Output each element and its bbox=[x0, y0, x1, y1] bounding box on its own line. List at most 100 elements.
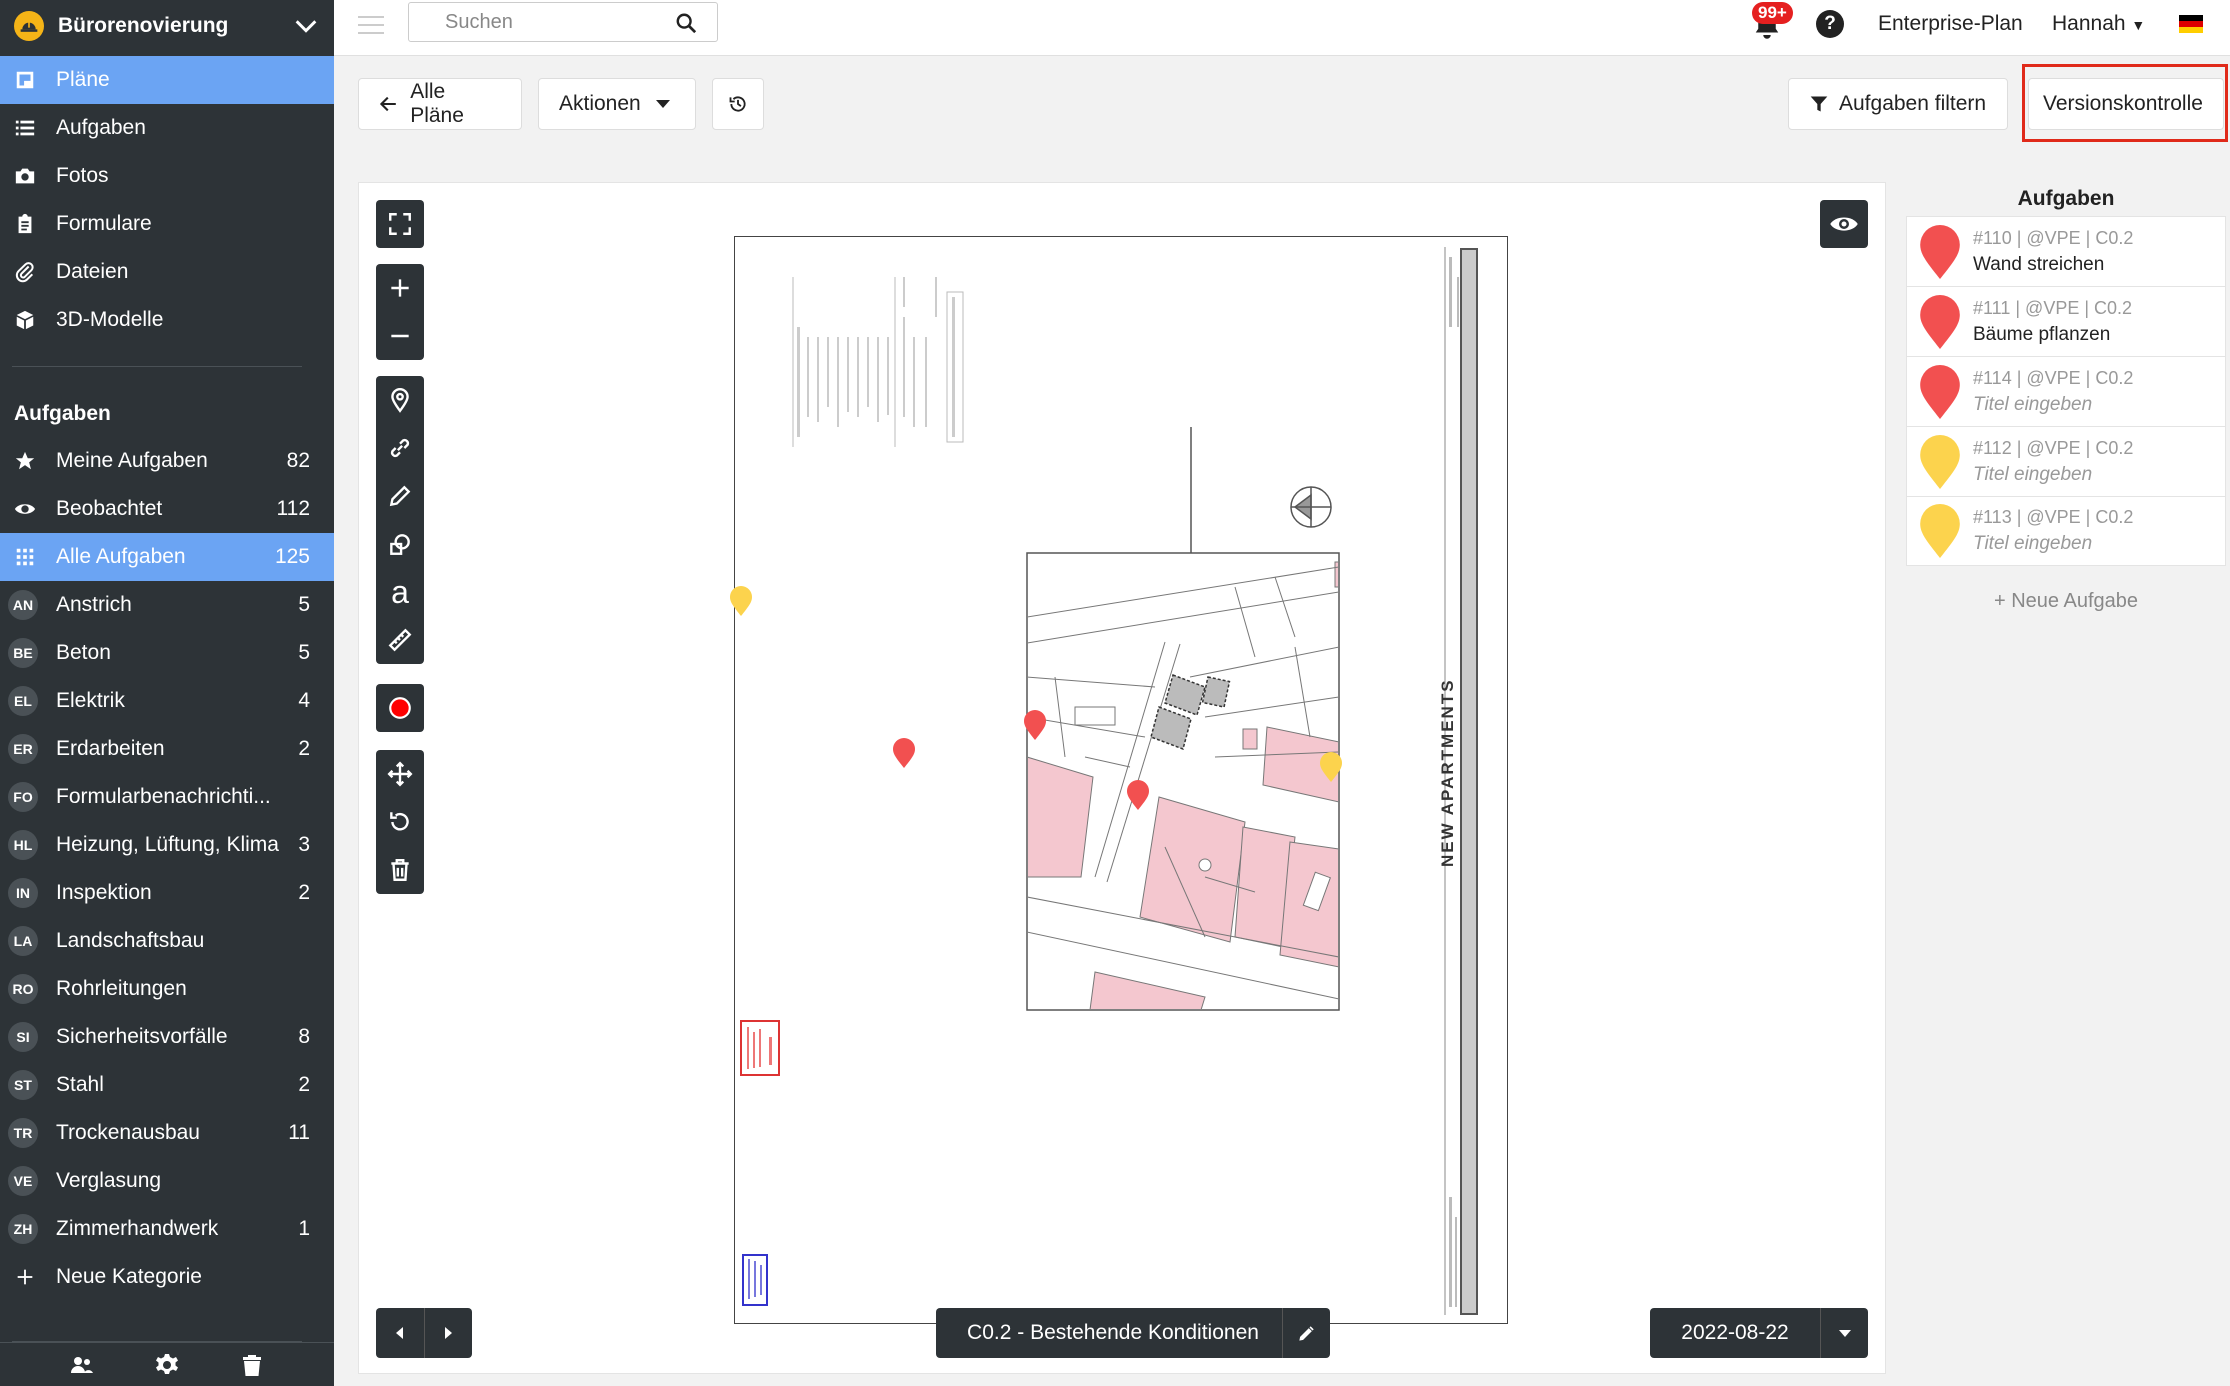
users-icon[interactable] bbox=[70, 1353, 94, 1377]
category-item[interactable]: VE Verglasung bbox=[0, 1157, 334, 1205]
fullscreen-button[interactable] bbox=[376, 200, 424, 248]
filter-all-tasks[interactable]: Alle Aufgaben 125 bbox=[0, 533, 334, 581]
task-count: 1 bbox=[298, 1217, 310, 1240]
caret-down-icon bbox=[1838, 1330, 1851, 1337]
category-label: Rohrleitungen bbox=[56, 977, 187, 1000]
category-item[interactable]: SI Sicherheitsvorfälle 8 bbox=[0, 1013, 334, 1061]
zoom-toolbar bbox=[376, 264, 424, 360]
category-item[interactable]: RO Rohrleitungen bbox=[0, 965, 334, 1013]
task-title: Bäume pflanzen bbox=[1973, 323, 2111, 345]
category-item[interactable]: AN Anstrich 5 bbox=[0, 581, 334, 629]
text-icon: a bbox=[391, 574, 409, 610]
project-switcher[interactable]: Bürorenovierung bbox=[0, 0, 334, 52]
task-item[interactable]: #113 | @VPE | C0.2 Titel eingeben bbox=[1906, 496, 2226, 566]
eye-icon bbox=[1830, 217, 1858, 231]
delete-button[interactable] bbox=[376, 846, 424, 894]
history-icon bbox=[729, 96, 746, 112]
filter-tasks-button[interactable]: Aufgaben filtern bbox=[1788, 78, 2008, 130]
task-pin-red[interactable] bbox=[1127, 780, 1149, 810]
nav-item-tasks[interactable]: Aufgaben bbox=[0, 104, 334, 152]
german-flag-icon[interactable] bbox=[2179, 15, 2203, 33]
category-label: Stahl bbox=[56, 1073, 104, 1096]
task-pin-yellow[interactable] bbox=[730, 586, 752, 616]
task-title: Titel eingeben bbox=[1973, 463, 2093, 485]
pencil-icon bbox=[389, 485, 411, 507]
chevron-down-icon[interactable] bbox=[292, 12, 320, 40]
nav-item-plans[interactable]: Pläne bbox=[0, 56, 334, 104]
undo-button[interactable] bbox=[376, 798, 424, 846]
category-item[interactable]: BE Beton 5 bbox=[0, 629, 334, 677]
tasks-section-title: Aufgaben bbox=[14, 402, 111, 425]
notification-badge[interactable]: 99+ bbox=[1752, 2, 1793, 24]
color-picker-button[interactable] bbox=[376, 684, 424, 732]
task-count: 112 bbox=[276, 497, 310, 520]
all-plans-button[interactable]: Alle Pläne bbox=[358, 78, 522, 130]
category-label: Anstrich bbox=[56, 593, 132, 616]
gear-icon[interactable] bbox=[155, 1353, 179, 1377]
nav-item-forms[interactable]: Formulare bbox=[0, 200, 334, 248]
sheet-name-bar[interactable]: C0.2 - Bestehende Konditionen bbox=[936, 1308, 1330, 1358]
category-item[interactable]: IN Inspektion 2 bbox=[0, 869, 334, 917]
text-tool-button[interactable]: a bbox=[376, 568, 424, 616]
category-item[interactable]: ER Erdarbeiten 2 bbox=[0, 725, 334, 773]
plan-sheet[interactable]: NEW APARTMENTS bbox=[734, 236, 1508, 1324]
visibility-toggle-button[interactable] bbox=[1820, 200, 1868, 248]
category-item[interactable]: FO Formularbenachrichti... bbox=[0, 773, 334, 821]
version-date-select[interactable]: 2022-08-22 bbox=[1650, 1308, 1868, 1358]
category-item[interactable]: HL Heizung, Lüftung, Klima 3 bbox=[0, 821, 334, 869]
category-item[interactable]: EL Elektrik 4 bbox=[0, 677, 334, 725]
task-pin-red[interactable] bbox=[893, 738, 915, 768]
category-item[interactable]: ST Stahl 2 bbox=[0, 1061, 334, 1109]
nav-item-3d-models[interactable]: 3D-Modelle bbox=[0, 296, 334, 344]
nav-item-photos[interactable]: Fotos bbox=[0, 152, 334, 200]
search-icon[interactable] bbox=[675, 12, 697, 34]
task-item[interactable]: #110 | @VPE | C0.2 Wand streichen bbox=[1906, 216, 2226, 286]
task-count: 3 bbox=[298, 833, 310, 856]
task-list: #110 | @VPE | C0.2 Wand streichen #111 | @… bbox=[1906, 216, 2226, 566]
clipboard-icon bbox=[12, 211, 38, 237]
task-item[interactable]: #114 | @VPE | C0.2 Titel eingeben bbox=[1906, 356, 2226, 426]
help-icon[interactable]: ? bbox=[1816, 10, 1844, 38]
plan-label[interactable]: Enterprise-Plan bbox=[1878, 12, 2023, 36]
task-count: 82 bbox=[286, 449, 310, 472]
edit-sheet-button[interactable] bbox=[1282, 1308, 1330, 1358]
new-category-button[interactable]: Neue Kategorie bbox=[0, 1253, 334, 1301]
nav-item-files[interactable]: Dateien bbox=[0, 248, 334, 296]
trash-icon[interactable] bbox=[240, 1353, 264, 1377]
sheet-name-label: C0.2 - Bestehende Konditionen bbox=[967, 1321, 1259, 1344]
pen-tool-button[interactable] bbox=[376, 472, 424, 520]
measure-tool-button[interactable] bbox=[376, 616, 424, 664]
previous-sheet-button[interactable] bbox=[376, 1308, 425, 1358]
actions-dropdown[interactable]: Aktionen bbox=[538, 78, 696, 130]
task-pin-red[interactable] bbox=[1024, 710, 1046, 740]
task-panel: Aufgaben #110 | @VPE | C0.2 Wand streiche… bbox=[1906, 182, 2226, 613]
grid-icon bbox=[12, 544, 38, 570]
user-menu[interactable]: Hannah ▼ bbox=[2052, 12, 2145, 36]
zoom-in-button[interactable] bbox=[376, 264, 424, 312]
category-label: Heizung, Lüftung, Klima bbox=[56, 833, 279, 856]
search-input[interactable]: Suchen bbox=[408, 2, 718, 42]
category-item[interactable]: ZH Zimmerhandwerk 1 bbox=[0, 1205, 334, 1253]
pin-tool-button[interactable] bbox=[376, 376, 424, 424]
filter-label: Meine Aufgaben bbox=[56, 449, 208, 472]
category-item[interactable]: TR Trockenausbau 11 bbox=[0, 1109, 334, 1157]
category-item[interactable]: LA Landschaftsbau bbox=[0, 917, 334, 965]
move-button[interactable] bbox=[376, 750, 424, 798]
triangle-left-icon bbox=[395, 1327, 403, 1339]
filter-my-tasks[interactable]: Meine Aufgaben 82 bbox=[0, 437, 334, 485]
hamburger-menu-icon[interactable] bbox=[358, 14, 384, 36]
zoom-out-button[interactable] bbox=[376, 312, 424, 360]
project-title: Bürorenovierung bbox=[58, 14, 229, 37]
task-item[interactable]: #111 | @VPE | C0.2 Bäume pflanzen bbox=[1906, 286, 2226, 356]
next-sheet-button[interactable] bbox=[425, 1308, 473, 1358]
link-tool-button[interactable] bbox=[376, 424, 424, 472]
history-button[interactable] bbox=[712, 78, 764, 130]
task-pin-yellow[interactable] bbox=[1320, 752, 1342, 782]
filter-watched[interactable]: Beobachtet 112 bbox=[0, 485, 334, 533]
shape-tool-button[interactable] bbox=[376, 520, 424, 568]
link-icon bbox=[390, 438, 410, 458]
task-item[interactable]: #112 | @VPE | C0.2 Titel eingeben bbox=[1906, 426, 2226, 496]
new-task-button[interactable]: + Neue Aufgabe bbox=[1906, 590, 2226, 613]
task-count: 4 bbox=[298, 689, 310, 712]
version-date-dropdown[interactable] bbox=[1820, 1308, 1868, 1358]
